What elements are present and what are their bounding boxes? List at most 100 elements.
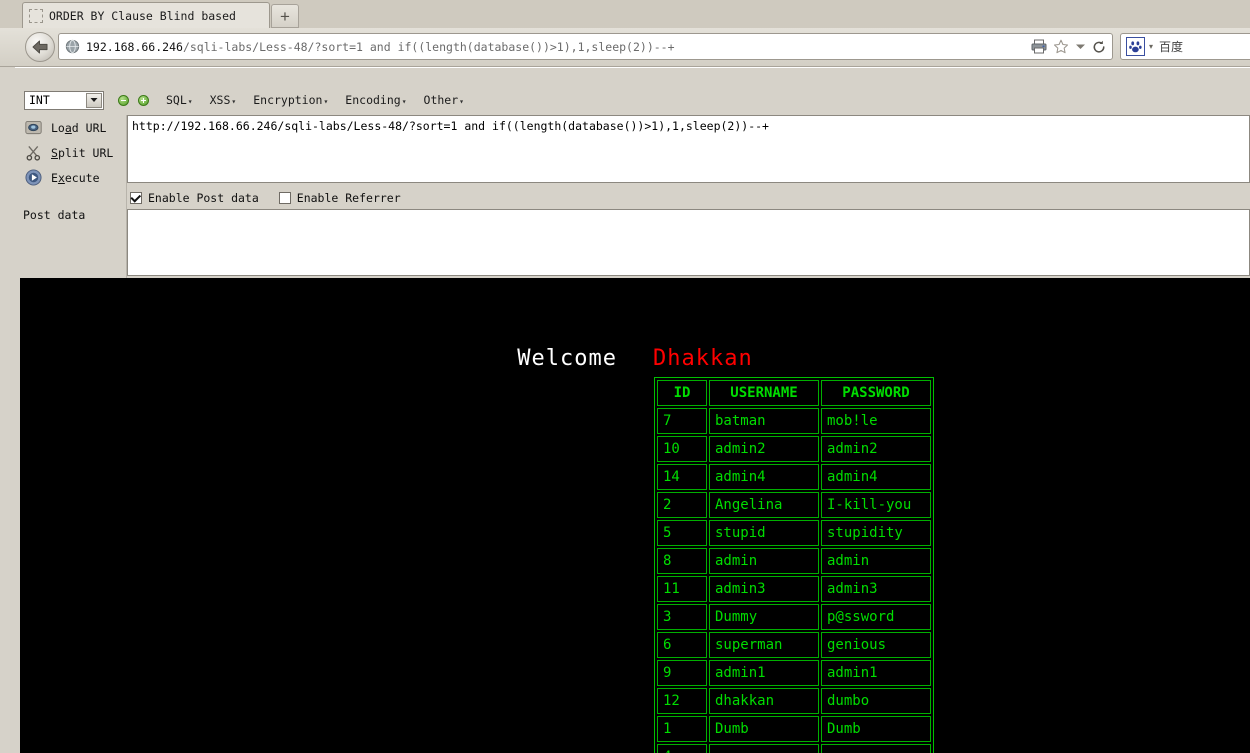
cell-password: genious xyxy=(821,632,931,658)
cell-username: admin4 xyxy=(709,464,819,490)
menu-label: Other xyxy=(423,93,459,107)
hackbar-menu-encryption[interactable]: Encryption▾ xyxy=(253,93,328,107)
table-row: 5 stupid stupidity xyxy=(657,520,931,546)
star-icon[interactable] xyxy=(1053,39,1069,54)
browser-window: ORDER BY Clause Blind based + 192.168.66… xyxy=(0,0,1250,753)
cell-username: admin1 xyxy=(709,660,819,686)
cell-id: 4 xyxy=(657,744,707,753)
table-row: 11 admin3 admin3 xyxy=(657,576,931,602)
cell-id: 11 xyxy=(657,576,707,602)
caret-icon: ▾ xyxy=(459,97,464,106)
caret-icon: ▾ xyxy=(231,97,237,106)
post-data-input[interactable] xyxy=(127,209,1250,276)
menu-label: SQL xyxy=(166,93,187,107)
cell-password: p@ssword xyxy=(821,604,931,630)
cell-id: 9 xyxy=(657,660,707,686)
cell-id: 3 xyxy=(657,604,707,630)
column-header-id: ID xyxy=(657,380,707,406)
table-row: 9 admin1 admin1 xyxy=(657,660,931,686)
cell-password: dumbo xyxy=(821,688,931,714)
table-row: 1 Dumb Dumb xyxy=(657,716,931,742)
table-head: ID USERNAME PASSWORD xyxy=(657,380,931,406)
enable-referrer-checkbox[interactable] xyxy=(278,192,291,204)
welcome-text: Welcome xyxy=(517,346,617,371)
menu-label: XSS xyxy=(209,93,231,107)
table-row: 7 batman mob!le xyxy=(657,408,931,434)
hackbar-menu-other[interactable]: Other▾ xyxy=(424,93,464,107)
hackbar-type-select[interactable]: INT xyxy=(24,90,104,110)
cell-id: 12 xyxy=(657,688,707,714)
cell-password: stupidity xyxy=(821,520,931,546)
url-text: 192.168.66.246/sqli-labs/Less-48/?sort=1… xyxy=(86,40,675,54)
hackbar-checkbox-row: Enable Post data Enable Referrer xyxy=(130,188,421,208)
execute-label: Execute xyxy=(51,170,100,185)
cell-id: 7 xyxy=(657,408,707,434)
table-row: 12 dhakkan dumbo xyxy=(657,688,931,714)
tab-strip-empty-area xyxy=(300,0,1250,27)
search-box[interactable]: ▾ 百度 xyxy=(1120,33,1250,60)
load-url-icon xyxy=(24,119,42,137)
url-path: /sqli-labs/Less-48/?sort=1 and if((lengt… xyxy=(182,39,675,54)
search-input-placeholder[interactable]: 百度 xyxy=(1159,38,1183,55)
cell-id: 6 xyxy=(657,632,707,658)
minus-circle-icon[interactable] xyxy=(118,94,129,106)
hackbar-action-column: Load URL Split URL Execute xyxy=(20,115,127,279)
table-header-row: ID USERNAME PASSWORD xyxy=(657,380,931,406)
cell-id: 8 xyxy=(657,548,707,574)
table-body: 7 batman mob!le 10 admin2 admin2 14 admin4 admin… xyxy=(657,408,931,753)
cell-username: secure xyxy=(709,744,819,753)
split-url-label: Split URL xyxy=(51,145,114,160)
table-row: 10 admin2 admin2 xyxy=(657,436,931,462)
cell-password: admin xyxy=(821,548,931,574)
split-url-button[interactable]: Split URL xyxy=(20,140,126,165)
cell-username: admin2 xyxy=(709,436,819,462)
print-icon[interactable] xyxy=(1031,39,1047,54)
new-tab-button[interactable]: + xyxy=(271,4,299,28)
url-bar-icons xyxy=(1023,34,1106,59)
execute-icon xyxy=(24,169,42,187)
welcome-heading: Welcome Dhakkan xyxy=(20,346,1250,371)
hackbar-toolbar: INT SQL▾ XSS▾ Encryption▾ Encoding▾ Othe… xyxy=(15,87,464,113)
hackbar-menu-encoding[interactable]: Encoding▾ xyxy=(345,93,406,107)
hackbar-type-value: INT xyxy=(29,93,50,107)
browser-tab[interactable]: ORDER BY Clause Blind based xyxy=(22,2,270,28)
execute-button[interactable]: Execute xyxy=(20,165,126,190)
results-table: ID USERNAME PASSWORD 7 batman mob!le 10 admi… xyxy=(654,377,934,753)
chevron-down-icon[interactable] xyxy=(1075,42,1086,51)
cell-username: Dummy xyxy=(709,604,819,630)
url-host: 192.168.66.246 xyxy=(86,39,183,54)
cell-password: mob!le xyxy=(821,408,931,434)
cell-username: stupid xyxy=(709,520,819,546)
cell-id: 2 xyxy=(657,492,707,518)
hackbar-menu-xss[interactable]: XSS▾ xyxy=(210,93,237,107)
cell-username: dhakkan xyxy=(709,688,819,714)
cell-password: admin2 xyxy=(821,436,931,462)
enable-post-data-label: Enable Post data xyxy=(148,191,259,205)
cell-id: 1 xyxy=(657,716,707,742)
back-arrow-icon xyxy=(32,40,48,54)
table-row: 14 admin4 admin4 xyxy=(657,464,931,490)
tab-strip: ORDER BY Clause Blind based + xyxy=(0,0,1250,29)
column-header-password: PASSWORD xyxy=(821,380,931,406)
reload-icon[interactable] xyxy=(1092,40,1106,54)
cell-username: admin xyxy=(709,548,819,574)
column-header-username: USERNAME xyxy=(709,380,819,406)
search-engine-chevron-down-icon[interactable]: ▾ xyxy=(1149,42,1153,51)
caret-icon: ▾ xyxy=(323,97,329,106)
cell-password: admin4 xyxy=(821,464,931,490)
table-row: 3 Dummy p@ssword xyxy=(657,604,931,630)
enable-post-data-checkbox[interactable] xyxy=(130,192,142,204)
load-url-button[interactable]: Load URL xyxy=(20,115,126,140)
hackbar-menu-sql[interactable]: SQL▾ xyxy=(166,93,193,107)
post-data-label: Post data xyxy=(23,208,86,222)
cell-password: admin1 xyxy=(821,660,931,686)
enable-referrer-label: Enable Referrer xyxy=(296,191,401,205)
hackbar-panel: INT SQL▾ XSS▾ Encryption▾ Encoding▾ Othe… xyxy=(15,67,1250,279)
caret-icon: ▾ xyxy=(401,97,407,106)
plus-circle-icon[interactable] xyxy=(138,94,149,106)
url-bar[interactable]: 192.168.66.246/sqli-labs/Less-48/?sort=1… xyxy=(58,33,1113,60)
hackbar-url-input[interactable]: http://192.168.66.246/sqli-labs/Less-48/… xyxy=(127,115,1250,183)
back-button[interactable] xyxy=(25,32,55,62)
welcome-username: Dhakkan xyxy=(653,346,753,371)
cell-id: 5 xyxy=(657,520,707,546)
